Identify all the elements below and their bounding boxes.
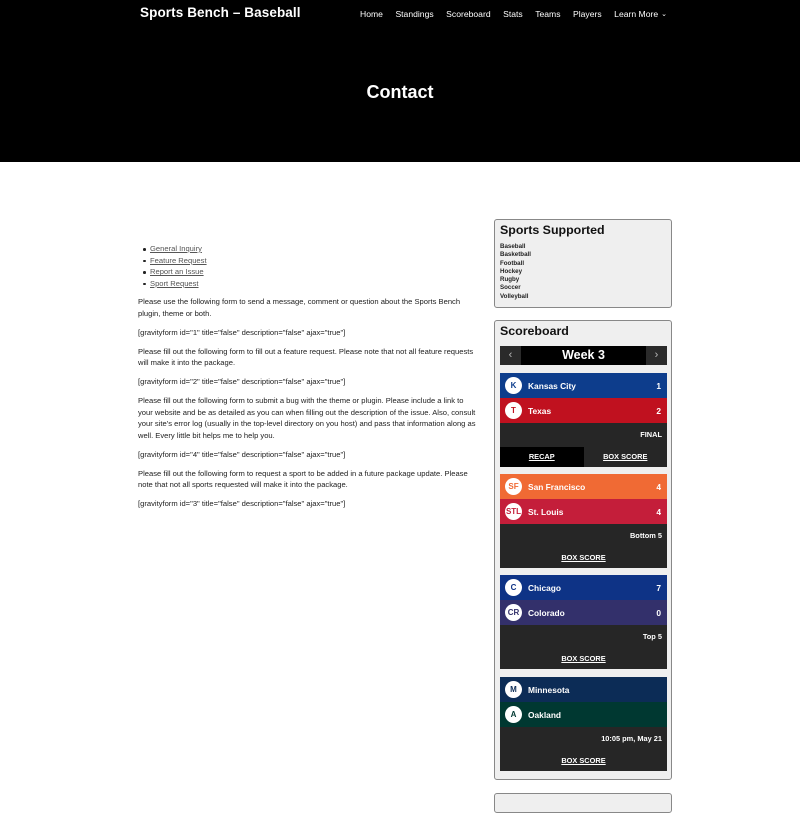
chevron-left-icon[interactable]: ‹ — [500, 346, 521, 365]
shortcode: [gravityform id="3" title="false" descri… — [138, 499, 346, 509]
team-name[interactable]: St. Louis — [528, 507, 667, 517]
team-name[interactable]: Colorado — [528, 608, 667, 618]
link-report-issue[interactable]: Report an Issue — [150, 267, 204, 276]
game-actions: BOX SCORE — [500, 751, 667, 771]
team-row-home: CR Colorado 0 — [500, 600, 667, 625]
box-score-link[interactable]: BOX SCORE — [500, 751, 667, 771]
team-logo-icon: SF — [505, 478, 522, 495]
chevron-down-icon: ⌄ — [661, 11, 667, 18]
sport-item: Rugby — [500, 276, 520, 284]
team-logo-icon: M — [505, 681, 522, 698]
team-row-home: A Oakland — [500, 702, 667, 727]
sport-item: Basketball — [500, 251, 531, 259]
team-score: 4 — [656, 506, 661, 517]
site-title[interactable]: Sports Bench – Baseball — [140, 5, 301, 20]
sport-item: Hockey — [500, 267, 523, 275]
widget-title: Sports Supported — [500, 223, 605, 237]
sport-item: Baseball — [500, 243, 526, 250]
game-card: SF San Francisco 4 STL St. Louis 4 Bottom 5 BOX… — [500, 474, 667, 568]
recap-link[interactable]: RECAP — [500, 447, 584, 467]
team-logo-icon: STL — [505, 503, 522, 520]
box-score-link[interactable]: BOX SCORE — [500, 548, 667, 568]
main-content: General Inquiry Feature Request Report a… — [138, 243, 480, 517]
nav-players[interactable]: Players — [573, 9, 602, 19]
paragraph: Please fill out the following form to re… — [138, 468, 468, 490]
sports-supported-widget: Sports Supported Baseball Basketball Foo… — [494, 219, 672, 308]
team-row-home: T Texas 2 — [500, 398, 667, 423]
game-status: 10:05 pm, May 21 — [601, 734, 662, 743]
week-label: Week 3 — [562, 348, 605, 362]
nav-home[interactable]: Home — [360, 9, 383, 19]
team-row-away: K Kansas City 1 — [500, 373, 667, 398]
sports-list: Baseball Basketball Football Hockey Rugb… — [495, 237, 671, 301]
shortcode: [gravityform id="2" title="false" descri… — [138, 377, 346, 387]
sport-item: Soccer — [500, 284, 521, 292]
game-status: FINAL — [640, 430, 662, 439]
link-sport-request[interactable]: Sport Request — [150, 279, 199, 288]
game-actions: BOX SCORE — [500, 649, 667, 669]
sport-item: Volleyball — [500, 292, 529, 300]
game-actions: BOX SCORE — [500, 548, 667, 568]
nav-scoreboard[interactable]: Scoreboard — [446, 9, 490, 19]
team-score: 2 — [656, 405, 661, 416]
team-logo-icon: A — [505, 706, 522, 723]
page-title: Contact — [366, 82, 434, 102]
team-name[interactable]: San Francisco — [528, 482, 667, 492]
team-name[interactable]: Chicago — [528, 583, 667, 593]
widget-title: Scoreboard — [500, 324, 569, 338]
contact-links: General Inquiry Feature Request Report a… — [141, 243, 480, 289]
main-nav: Home Standings Scoreboard Stats Teams Pl… — [360, 9, 680, 19]
team-row-home: STL St. Louis 4 — [500, 499, 667, 524]
nav-learn-more[interactable]: Learn More ⌄ — [614, 9, 667, 19]
list-item: General Inquiry — [141, 243, 480, 255]
team-row-away: C Chicago 7 — [500, 575, 667, 600]
team-logo-icon: T — [505, 402, 522, 419]
team-name[interactable]: Minnesota — [528, 685, 667, 695]
team-score: 0 — [656, 607, 661, 618]
list-item: Feature Request — [141, 255, 480, 267]
team-row-away: M Minnesota — [500, 677, 667, 702]
link-feature-request[interactable]: Feature Request — [150, 256, 207, 265]
team-score: 7 — [656, 582, 661, 593]
list-item: Report an Issue — [141, 266, 480, 278]
list-item: Sport Request — [141, 278, 480, 290]
link-general-inquiry[interactable]: General Inquiry — [150, 244, 202, 253]
game-status: Top 5 — [642, 632, 662, 641]
paragraph: Please fill out the following form to su… — [138, 396, 476, 440]
nav-learn-more-label: Learn More — [614, 9, 659, 19]
week-selector: ‹ Week 3 › — [500, 346, 667, 365]
site-header: Sports Bench – Baseball Home Standings S… — [0, 0, 800, 162]
team-row-away: SF San Francisco 4 — [500, 474, 667, 499]
next-widget — [494, 793, 672, 813]
box-score-link[interactable]: BOX SCORE — [584, 447, 668, 467]
shortcode: [gravityform id="1" title="false" descri… — [138, 327, 346, 337]
team-name[interactable]: Texas — [528, 406, 667, 416]
game-card: K Kansas City 1 T Texas 2 FINAL RECAP BOX SCORE — [500, 373, 667, 467]
game-status: Bottom 5 — [629, 531, 662, 540]
chevron-right-icon[interactable]: › — [646, 346, 667, 365]
nav-teams[interactable]: Teams — [535, 9, 560, 19]
box-score-link[interactable]: BOX SCORE — [500, 649, 667, 669]
game-card: C Chicago 7 CR Colorado 0 Top 5 BOX SCORE — [500, 575, 667, 669]
nav-standings[interactable]: Standings — [395, 9, 433, 19]
team-name[interactable]: Oakland — [528, 710, 667, 720]
paragraph: Please use the following form to send a … — [138, 297, 461, 318]
team-logo-icon: K — [505, 377, 522, 394]
paragraph: Please fill out the following form to fi… — [138, 346, 474, 368]
sport-item: Football — [500, 259, 525, 267]
shortcode: [gravityform id="4" title="false" descri… — [138, 449, 346, 459]
team-name[interactable]: Kansas City — [528, 381, 667, 391]
game-actions: RECAP BOX SCORE — [500, 447, 667, 467]
game-card: M Minnesota A Oakland 10:05 pm, May 21 BOX SC… — [500, 677, 667, 771]
team-logo-icon: CR — [505, 604, 522, 621]
nav-stats[interactable]: Stats — [503, 9, 523, 19]
team-score: 4 — [656, 481, 661, 492]
scoreboard-widget: Scoreboard ‹ Week 3 › K Kansas City 1 T Texa… — [494, 320, 672, 780]
team-score: 1 — [656, 380, 661, 391]
team-logo-icon: C — [505, 579, 522, 596]
